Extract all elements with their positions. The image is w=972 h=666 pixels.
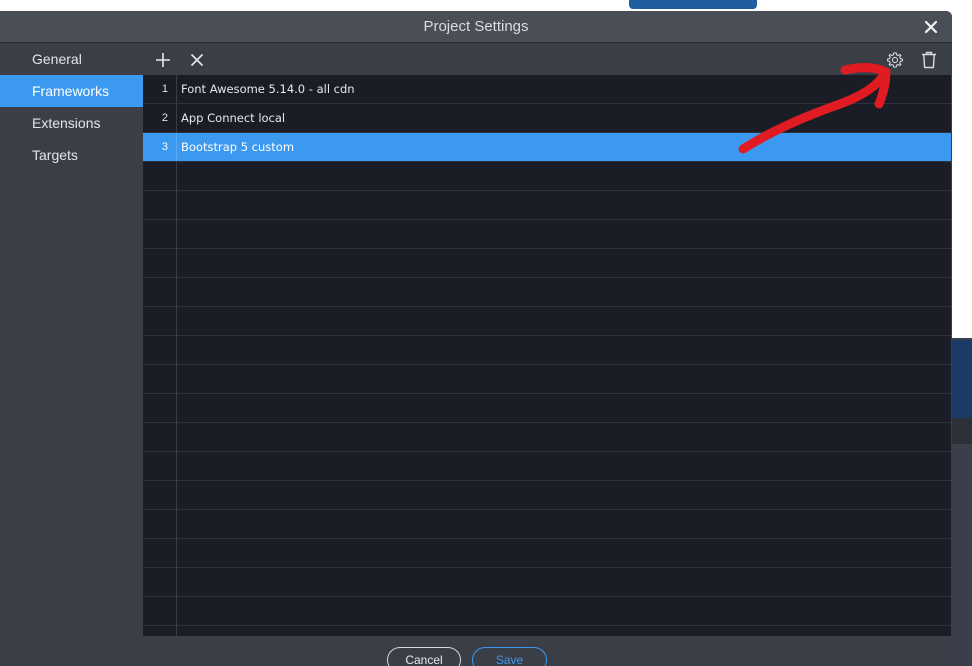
remove-framework-button[interactable] [186,49,208,71]
empty-table-row [143,510,951,539]
gear-icon [887,52,903,68]
delete-framework-button[interactable] [918,49,940,71]
background-app-highlight [952,340,972,418]
row-number: 3 [143,133,177,161]
sidebar-item-targets[interactable]: Targets [0,139,143,171]
framework-name: Font Awesome 5.14.0 - all cdn [181,82,355,96]
project-settings-dialog: Project Settings General Frameworks Exte… [0,11,952,666]
dialog-title: Project Settings [423,18,529,35]
close-icon [925,21,937,33]
empty-table-row [143,452,951,481]
empty-table-row [143,220,951,249]
background-app-fragment [629,0,757,9]
empty-table-row [143,481,951,510]
empty-rows [143,162,951,636]
sidebar-item-general[interactable]: General [0,43,143,75]
row-number: 1 [143,75,177,103]
trash-icon [922,51,936,69]
empty-table-row [143,539,951,568]
empty-table-row [143,278,951,307]
framework-settings-button[interactable] [884,49,906,71]
empty-table-row [143,394,951,423]
table-row[interactable]: 1 Font Awesome 5.14.0 - all cdn [143,75,951,104]
plus-icon [156,53,170,67]
empty-table-row [143,568,951,597]
empty-table-row [143,423,951,452]
empty-table-row [143,597,951,626]
dialog-titlebar: Project Settings [0,11,952,43]
close-icon [190,53,204,67]
close-dialog-button[interactable] [920,16,942,38]
empty-table-row [143,336,951,365]
empty-table-row [143,162,951,191]
cancel-button[interactable]: Cancel [387,647,461,666]
save-button[interactable]: Save [472,647,547,666]
table-row-selected[interactable]: 3 Bootstrap 5 custom [143,133,951,162]
framework-name: Bootstrap 5 custom [181,140,295,154]
frameworks-table: 1 Font Awesome 5.14.0 - all cdn 2 App Co… [143,75,951,636]
table-row[interactable]: 2 App Connect local [143,104,951,133]
row-number: 2 [143,104,177,132]
background-app-band [952,418,972,444]
empty-table-row [143,626,951,636]
frameworks-toolbar [143,43,952,75]
sidebar-item-frameworks[interactable]: Frameworks [0,75,143,107]
empty-table-row [143,249,951,278]
settings-sidebar: General Frameworks Extensions Targets [0,43,143,666]
add-framework-button[interactable] [152,49,174,71]
empty-table-row [143,191,951,220]
sidebar-item-extensions[interactable]: Extensions [0,107,143,139]
empty-table-row [143,307,951,336]
framework-name: App Connect local [181,111,286,125]
empty-table-row [143,365,951,394]
